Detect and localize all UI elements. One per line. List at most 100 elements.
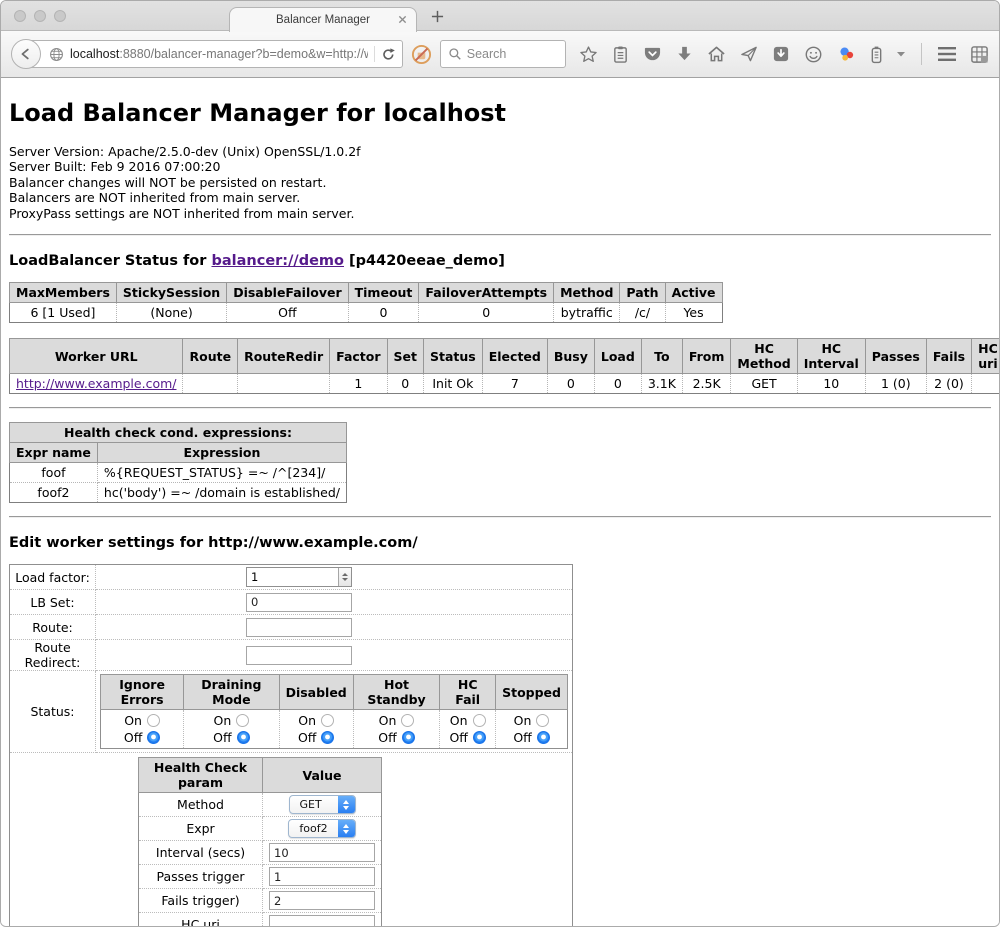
- col-header: Status: [424, 339, 483, 374]
- hc-uri-input[interactable]: [269, 915, 375, 927]
- search-bar[interactable]: [440, 40, 566, 68]
- form-row-route-redirect: Route Redirect:: [10, 640, 573, 671]
- number-spinner-icon[interactable]: [338, 568, 351, 586]
- hc-fails-row: Fails trigger): [139, 889, 382, 913]
- note-line: Balancers are NOT inherited from main se…: [9, 190, 991, 205]
- table-header-row: Worker URL Route RouteRedir Factor Set S…: [10, 339, 1000, 374]
- radio-label-off: Off: [449, 729, 467, 746]
- zoom-window-button[interactable]: [54, 10, 66, 22]
- stopped-off-radio[interactable]: [537, 731, 550, 744]
- disabled-off-radio[interactable]: [321, 731, 334, 744]
- close-window-button[interactable]: [14, 10, 26, 22]
- col-header: HC Method: [731, 339, 797, 374]
- send-tab-icon[interactable]: [740, 45, 758, 63]
- grid-panel-icon[interactable]: [970, 45, 989, 64]
- radio-label-off: Off: [378, 729, 396, 746]
- home-icon[interactable]: [707, 45, 726, 63]
- radio-label-on: On: [514, 712, 532, 729]
- globe-icon: [49, 47, 64, 62]
- hot-standby-on-radio[interactable]: [401, 714, 414, 727]
- lb-set-input[interactable]: [246, 593, 352, 612]
- hot-standby-off-radio[interactable]: [402, 731, 415, 744]
- clipboard-icon[interactable]: [612, 45, 629, 64]
- param-label: Fails trigger): [139, 889, 263, 913]
- table-row: foof2 hc('body') =~ /domain is establish…: [10, 483, 347, 503]
- worker-url-link[interactable]: http://www.example.com/: [16, 376, 176, 391]
- col-header: HC Fail: [440, 675, 496, 710]
- col-header: Timeout: [348, 283, 419, 303]
- new-tab-button[interactable]: [431, 10, 444, 23]
- divider: [9, 234, 991, 236]
- menu-icon[interactable]: [938, 47, 956, 61]
- search-input[interactable]: [467, 47, 558, 61]
- browser-tab[interactable]: Balancer Manager: [229, 7, 417, 32]
- page-title: Load Balancer Manager for localhost: [9, 99, 991, 127]
- content-blocker-icon[interactable]: [411, 44, 432, 65]
- balancer-status-heading: LoadBalancer Status for balancer://demo …: [9, 253, 991, 269]
- battery-icon[interactable]: [870, 45, 883, 64]
- load-factor-input[interactable]: [247, 568, 338, 586]
- balancer-params-table: MaxMembers StickySession DisableFailover…: [9, 282, 723, 323]
- cell: 0: [348, 303, 419, 323]
- disabled-on-radio[interactable]: [321, 714, 334, 727]
- method-select[interactable]: GET: [289, 795, 356, 814]
- stopped-on-radio[interactable]: [536, 714, 549, 727]
- col-header: Set: [387, 339, 423, 374]
- route-input[interactable]: [246, 618, 352, 637]
- col-header: MaxMembers: [10, 283, 117, 303]
- pocket-icon[interactable]: [643, 45, 662, 63]
- expr-select[interactable]: foof2: [288, 819, 355, 838]
- hc-fail-on-radio[interactable]: [473, 714, 486, 727]
- url-host: localhost: [70, 47, 119, 61]
- hc-expr-row: Expr foof2: [139, 817, 382, 841]
- cell: 3.1K: [641, 374, 682, 394]
- back-button[interactable]: [11, 39, 41, 69]
- load-factor-stepper[interactable]: [246, 567, 352, 587]
- radio-label-off: Off: [213, 729, 231, 746]
- divider: [9, 516, 991, 518]
- hc-uri-row: HC uri: [139, 913, 382, 927]
- fails-input[interactable]: [269, 891, 375, 910]
- col-header: Path: [620, 283, 665, 303]
- field-label: LB Set:: [10, 590, 96, 615]
- radio-label-on: On: [450, 712, 468, 729]
- navigation-toolbar: localhost:8880/balancer-manager?b=demo&w…: [1, 31, 999, 78]
- tab-close-icon[interactable]: [398, 15, 407, 24]
- panel-download-icon[interactable]: [772, 45, 790, 63]
- minimize-window-button[interactable]: [34, 10, 46, 22]
- table-header-row: Expr name Expression: [10, 443, 347, 463]
- col-header: Passes: [865, 339, 926, 374]
- form-row-lb-set: LB Set:: [10, 590, 573, 615]
- col-header: FailoverAttempts: [419, 283, 554, 303]
- caret-down-icon[interactable]: [897, 51, 905, 57]
- draining-mode-on-radio[interactable]: [236, 714, 249, 727]
- interval-input[interactable]: [269, 843, 375, 862]
- hc-expr-title: Health check cond. expressions:: [10, 423, 347, 443]
- passes-input[interactable]: [269, 867, 375, 886]
- table-title-row: Health check cond. expressions:: [10, 423, 347, 443]
- download-icon[interactable]: [676, 45, 693, 63]
- route-redirect-input[interactable]: [246, 646, 352, 665]
- cell: 0: [547, 374, 594, 394]
- draining-mode-off-radio[interactable]: [237, 731, 250, 744]
- col-header: DisableFailover: [227, 283, 348, 303]
- table-row: foof %{REQUEST_STATUS} =~ /^[234]/: [10, 463, 347, 483]
- chat-smiley-icon[interactable]: [804, 45, 823, 64]
- colored-dots-icon[interactable]: [837, 45, 856, 64]
- reload-icon[interactable]: [381, 47, 396, 62]
- param-label: Interval (secs): [139, 841, 263, 865]
- balancer-link[interactable]: balancer://demo: [211, 253, 344, 269]
- form-row-load-factor: Load factor:: [10, 565, 573, 590]
- cell: 2 (0): [926, 374, 971, 394]
- url-bar[interactable]: localhost:8880/balancer-manager?b=demo&w…: [26, 40, 403, 68]
- bookmark-star-icon[interactable]: [579, 45, 598, 64]
- col-header: Worker URL: [10, 339, 183, 374]
- status-header-row: Ignore Errors Draining Mode Disabled Hot…: [101, 675, 568, 710]
- ignore-errors-on-radio[interactable]: [147, 714, 160, 727]
- col-header: Value: [263, 758, 382, 793]
- page-content: Load Balancer Manager for localhost Serv…: [1, 78, 999, 927]
- hc-fail-off-radio[interactable]: [473, 731, 486, 744]
- hc-interval-row: Interval (secs): [139, 841, 382, 865]
- col-header: Route: [183, 339, 238, 374]
- ignore-errors-off-radio[interactable]: [147, 731, 160, 744]
